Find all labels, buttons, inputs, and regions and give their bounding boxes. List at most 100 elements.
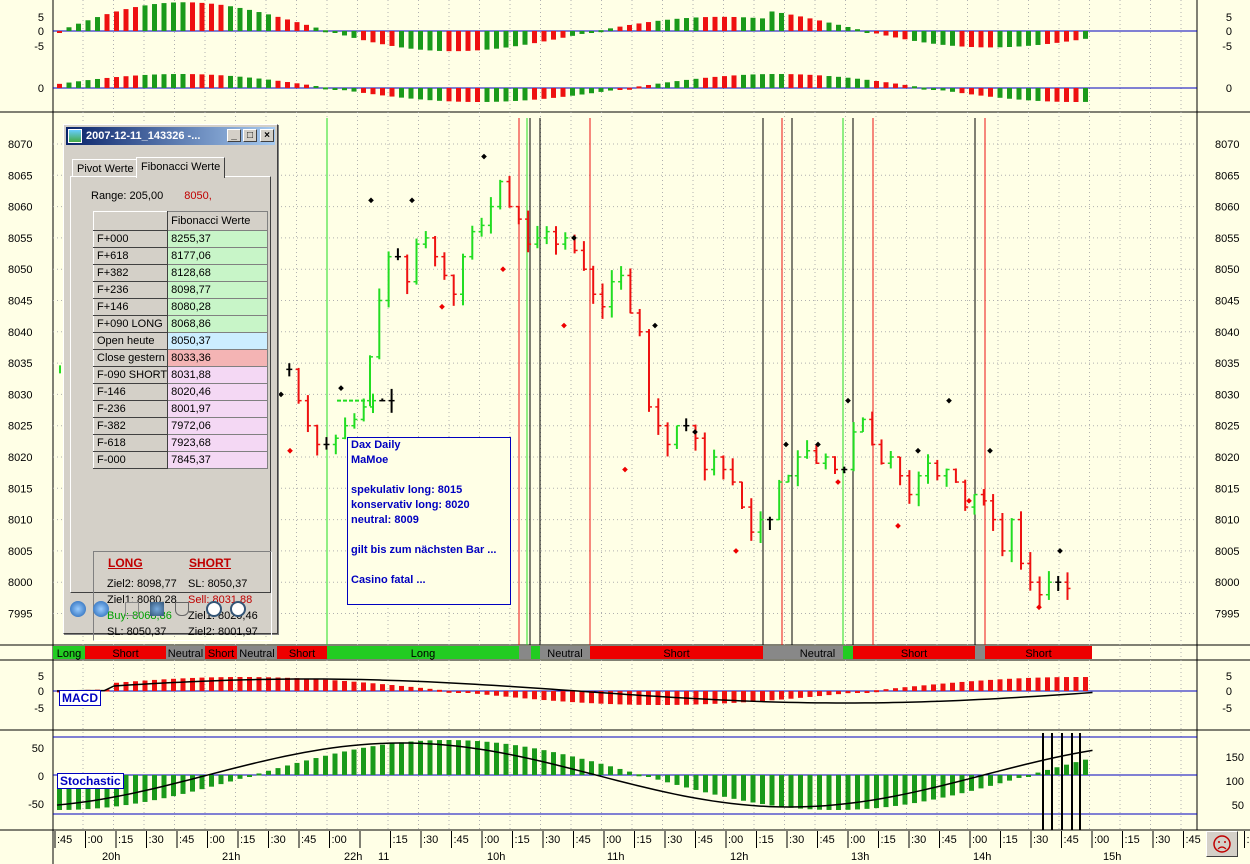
top-hist-bar — [123, 9, 129, 31]
fib-row-value: 8128,68 — [167, 264, 269, 282]
top-hist-bar — [921, 31, 927, 43]
status-smiley-button[interactable] — [1206, 831, 1238, 857]
tab-pivot-werte[interactable]: Pivot Werte — [72, 159, 139, 176]
window-titlebar[interactable]: 2007-12-11_143326 -... _ □ × — [66, 127, 275, 145]
pivot-dot — [439, 303, 445, 310]
fibonacci-window[interactable]: 2007-12-11_143326 -... _ □ × Pivot Werte… — [63, 124, 278, 641]
note-box[interactable]: Dax Daily MaMoe spekulativ long: 8015 ko… — [347, 437, 511, 605]
top-hist-bar — [76, 23, 81, 31]
stoch-bar — [475, 741, 480, 775]
top-indicator-tick-right: 0 — [1226, 83, 1232, 95]
top-hist-bar — [570, 31, 575, 36]
stochastic-label: Stochastic — [57, 773, 124, 789]
top2-hist-bar — [836, 76, 841, 88]
stoch-bar — [731, 775, 737, 799]
macd-bar — [522, 691, 528, 699]
top-hist-bar — [589, 31, 594, 33]
print-icon[interactable] — [175, 602, 189, 616]
top-hist-bar — [950, 31, 955, 46]
macd-bar — [617, 691, 623, 705]
top2-hist-bar — [674, 81, 680, 88]
top-hist-bar — [902, 31, 908, 40]
macd-bar — [826, 691, 832, 696]
macd-bar — [931, 684, 936, 691]
stoch-bar — [646, 775, 651, 777]
macd-bar — [560, 691, 566, 702]
stoch-bar — [1026, 775, 1031, 777]
top-indicator-tick: 0 — [38, 26, 44, 38]
top2-hist-bar — [997, 88, 1003, 98]
zoom-out-icon[interactable] — [230, 601, 246, 617]
top2-hist-bar — [171, 74, 176, 88]
top-hist-bar — [684, 18, 689, 31]
macd-tick: 5 — [38, 671, 44, 683]
price-tick-right: 8040 — [1215, 327, 1239, 339]
top2-hist-bar — [788, 74, 794, 88]
time-tick: :45 — [698, 834, 713, 846]
top2-hist-bar — [1007, 88, 1012, 99]
fit-icon[interactable] — [125, 602, 139, 616]
top-hist-bar — [95, 17, 100, 31]
time-tick: :45 — [576, 834, 591, 846]
time-hour-label: 12h — [730, 851, 748, 863]
top-hist-bar — [313, 27, 319, 31]
top-hist-bar — [1007, 31, 1012, 47]
top2-hist-bar — [437, 88, 442, 101]
top2-hist-bar — [665, 82, 670, 88]
stoch-bar — [741, 775, 746, 801]
minimize-button[interactable]: _ — [227, 129, 241, 142]
macd-bar — [494, 691, 499, 696]
stoch-bar — [1035, 772, 1041, 775]
top-hist-bar — [437, 31, 442, 51]
top2-hist-bar — [855, 78, 860, 88]
long-ziel2: Ziel2: 8098,77 — [107, 578, 177, 590]
top-hist-bar — [769, 11, 775, 31]
top2-hist-bar — [161, 74, 167, 88]
fib-row-value: 8068,86 — [167, 315, 269, 333]
macd-bar — [180, 678, 186, 691]
fib-row: F-618 7923,68 — [92, 434, 269, 452]
tab-fibonacci-werte[interactable]: Fibonacci Werte — [136, 157, 226, 178]
top-hist-bar — [836, 24, 841, 31]
macd-bar — [1035, 677, 1041, 691]
last-icon[interactable] — [93, 601, 109, 617]
top2-hist-bar — [503, 88, 509, 102]
top2-hist-bar — [703, 77, 708, 88]
stoch-bar — [294, 762, 300, 775]
top-hist-bar — [883, 31, 889, 36]
top-hist-bar — [142, 5, 148, 31]
top-hist-bar — [199, 2, 205, 32]
top-indicator-tick: -5 — [34, 41, 44, 53]
macd-bar — [1016, 678, 1022, 691]
fib-row-label: F-236 — [92, 400, 169, 418]
top2-hist-bar — [617, 88, 623, 90]
top2-hist-bar — [247, 77, 252, 88]
macd-bar — [228, 677, 233, 691]
time-tick: :00 — [484, 834, 499, 846]
stoch-bar — [845, 775, 851, 810]
close-button[interactable]: × — [260, 129, 274, 142]
macd-bar — [237, 677, 243, 691]
macd-bar — [427, 688, 433, 691]
move-icon[interactable] — [150, 602, 164, 616]
top2-hist-bar — [522, 88, 528, 101]
range-label: Range: — [91, 190, 127, 202]
signal-label: Neutral — [168, 648, 203, 660]
signal-label: Short — [1025, 648, 1051, 660]
top2-hist-bar — [1073, 88, 1079, 102]
top2-hist-bar — [513, 88, 518, 101]
top-hist-bar — [275, 16, 281, 31]
first-icon[interactable] — [70, 601, 86, 617]
top-hist-bar — [978, 31, 984, 48]
maximize-button[interactable]: □ — [243, 129, 257, 142]
stoch-bar — [266, 770, 271, 775]
top2-hist-bar — [931, 88, 936, 90]
price-tick-left: 8060 — [8, 202, 32, 214]
zoom-in-icon[interactable] — [206, 601, 222, 617]
signal-segment — [531, 646, 540, 659]
macd-bar — [532, 691, 537, 700]
top2-hist-bar — [1035, 88, 1041, 101]
top2-hist-bar — [475, 88, 480, 102]
top-hist-bar — [361, 31, 366, 41]
short-ziel2: Ziel2: 8001,97 — [188, 626, 258, 638]
